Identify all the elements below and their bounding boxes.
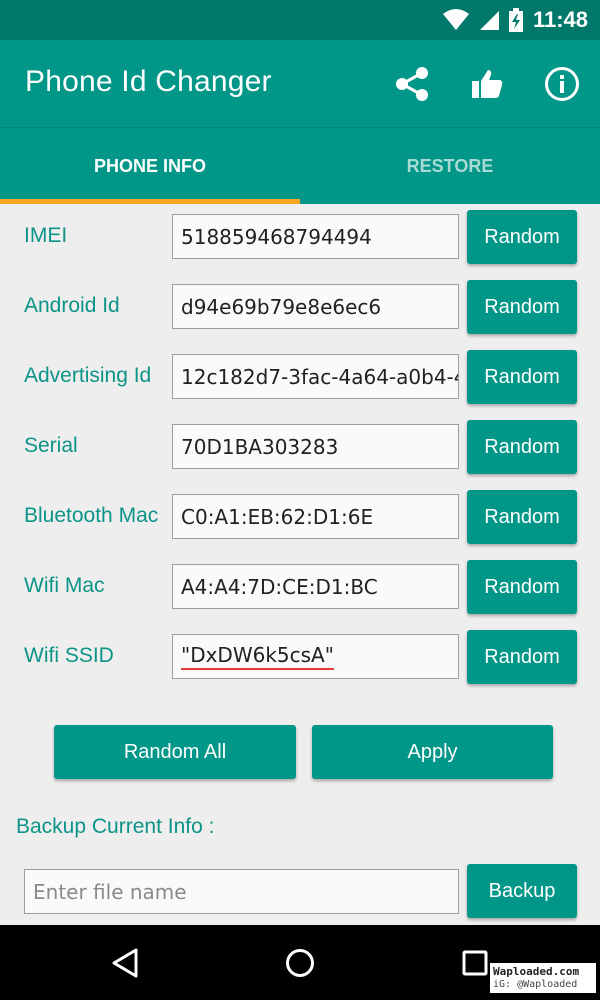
field-row-wifi-ssid: Wifi SSID "DxDW6k5csA" Random: [0, 624, 600, 694]
random-imei-button[interactable]: Random: [467, 210, 577, 264]
app-title: Phone Id Changer: [25, 65, 272, 98]
watermark-line: Waploaded.com: [493, 965, 580, 978]
field-label: Serial: [24, 434, 78, 457]
app-bar: Phone Id Changer: [0, 40, 600, 128]
tab-label: PHONE INFO: [93, 155, 206, 176]
status-icons: 11:48: [442, 0, 588, 40]
random-android-id-button[interactable]: Random: [467, 280, 577, 334]
battery-charging-icon: [508, 8, 523, 32]
signal-icon: [479, 9, 499, 31]
serial-field[interactable]: 70D1BA303283: [172, 424, 459, 469]
field-value: C0:A1:EB:62:D1:6E: [181, 504, 374, 529]
status-time: 11:48: [532, 7, 588, 32]
random-serial-button[interactable]: Random: [467, 420, 577, 474]
random-advertising-id-button[interactable]: Random: [467, 350, 577, 404]
random-all-button[interactable]: Random All: [54, 725, 296, 779]
field-label: Android Id: [24, 294, 120, 317]
field-label: Wifi Mac: [24, 574, 105, 597]
field-value: A4:A4:7D:CE:D1:BC: [181, 574, 378, 599]
field-value: "DxDW6k5csA": [181, 643, 334, 670]
field-row-serial: Serial 70D1BA303283 Random: [0, 414, 600, 484]
imei-field[interactable]: 518859468794494: [172, 214, 459, 259]
random-wifi-ssid-button[interactable]: Random: [467, 630, 577, 684]
field-row-imei: IMEI 518859468794494 Random: [0, 204, 600, 274]
watermark: Waploaded.com iG: @Waploaded: [490, 963, 596, 993]
advertising-id-field[interactable]: 12c182d7-3fac-4a64-a0b4-4: [172, 354, 459, 399]
back-icon[interactable]: [100, 941, 150, 985]
apply-button[interactable]: Apply: [312, 725, 553, 779]
field-value: d94e69b79e8e6ec6: [181, 294, 382, 319]
field-value: 12c182d7-3fac-4a64-a0b4-4: [181, 364, 459, 389]
watermark-line: iG: @Waploaded: [493, 979, 578, 990]
field-row-advertising-id: Advertising Id 12c182d7-3fac-4a64-a0b4-4…: [0, 344, 600, 414]
wifi-icon: [442, 9, 469, 31]
backup-button[interactable]: Backup: [467, 864, 577, 918]
bluetooth-mac-field[interactable]: C0:A1:EB:62:D1:6E: [172, 494, 459, 539]
tab-label: RESTORE: [406, 155, 494, 176]
backup-section-label: Backup Current Info :: [16, 815, 215, 838]
random-bluetooth-mac-button[interactable]: Random: [467, 490, 577, 544]
wifi-ssid-field[interactable]: "DxDW6k5csA": [172, 634, 459, 679]
thumbs-up-icon[interactable]: [465, 62, 509, 106]
field-label: IMEI: [24, 224, 68, 247]
wifi-mac-field[interactable]: A4:A4:7D:CE:D1:BC: [172, 564, 459, 609]
field-row-bluetooth-mac: Bluetooth Mac C0:A1:EB:62:D1:6E Random: [0, 484, 600, 554]
tab-restore[interactable]: RESTORE: [300, 128, 600, 204]
field-row-wifi-mac: Wifi Mac A4:A4:7D:CE:D1:BC Random: [0, 554, 600, 624]
status-bar: 11:48: [0, 0, 600, 40]
random-wifi-mac-button[interactable]: Random: [467, 560, 577, 614]
field-value: 70D1BA303283: [181, 434, 339, 459]
tab-bar: PHONE INFO RESTORE: [0, 128, 600, 204]
field-row-android-id: Android Id d94e69b79e8e6ec6 Random: [0, 274, 600, 344]
field-label: Wifi SSID: [24, 644, 114, 667]
field-label: Advertising Id: [24, 364, 152, 387]
home-icon[interactable]: [275, 941, 325, 985]
share-icon[interactable]: [390, 62, 434, 106]
field-value: 518859468794494: [181, 224, 372, 249]
info-icon[interactable]: [540, 62, 584, 106]
tab-phone-info[interactable]: PHONE INFO: [0, 128, 300, 204]
field-label: Bluetooth Mac: [24, 504, 159, 527]
backup-file-name-input[interactable]: [24, 869, 459, 914]
android-id-field[interactable]: d94e69b79e8e6ec6: [172, 284, 459, 329]
